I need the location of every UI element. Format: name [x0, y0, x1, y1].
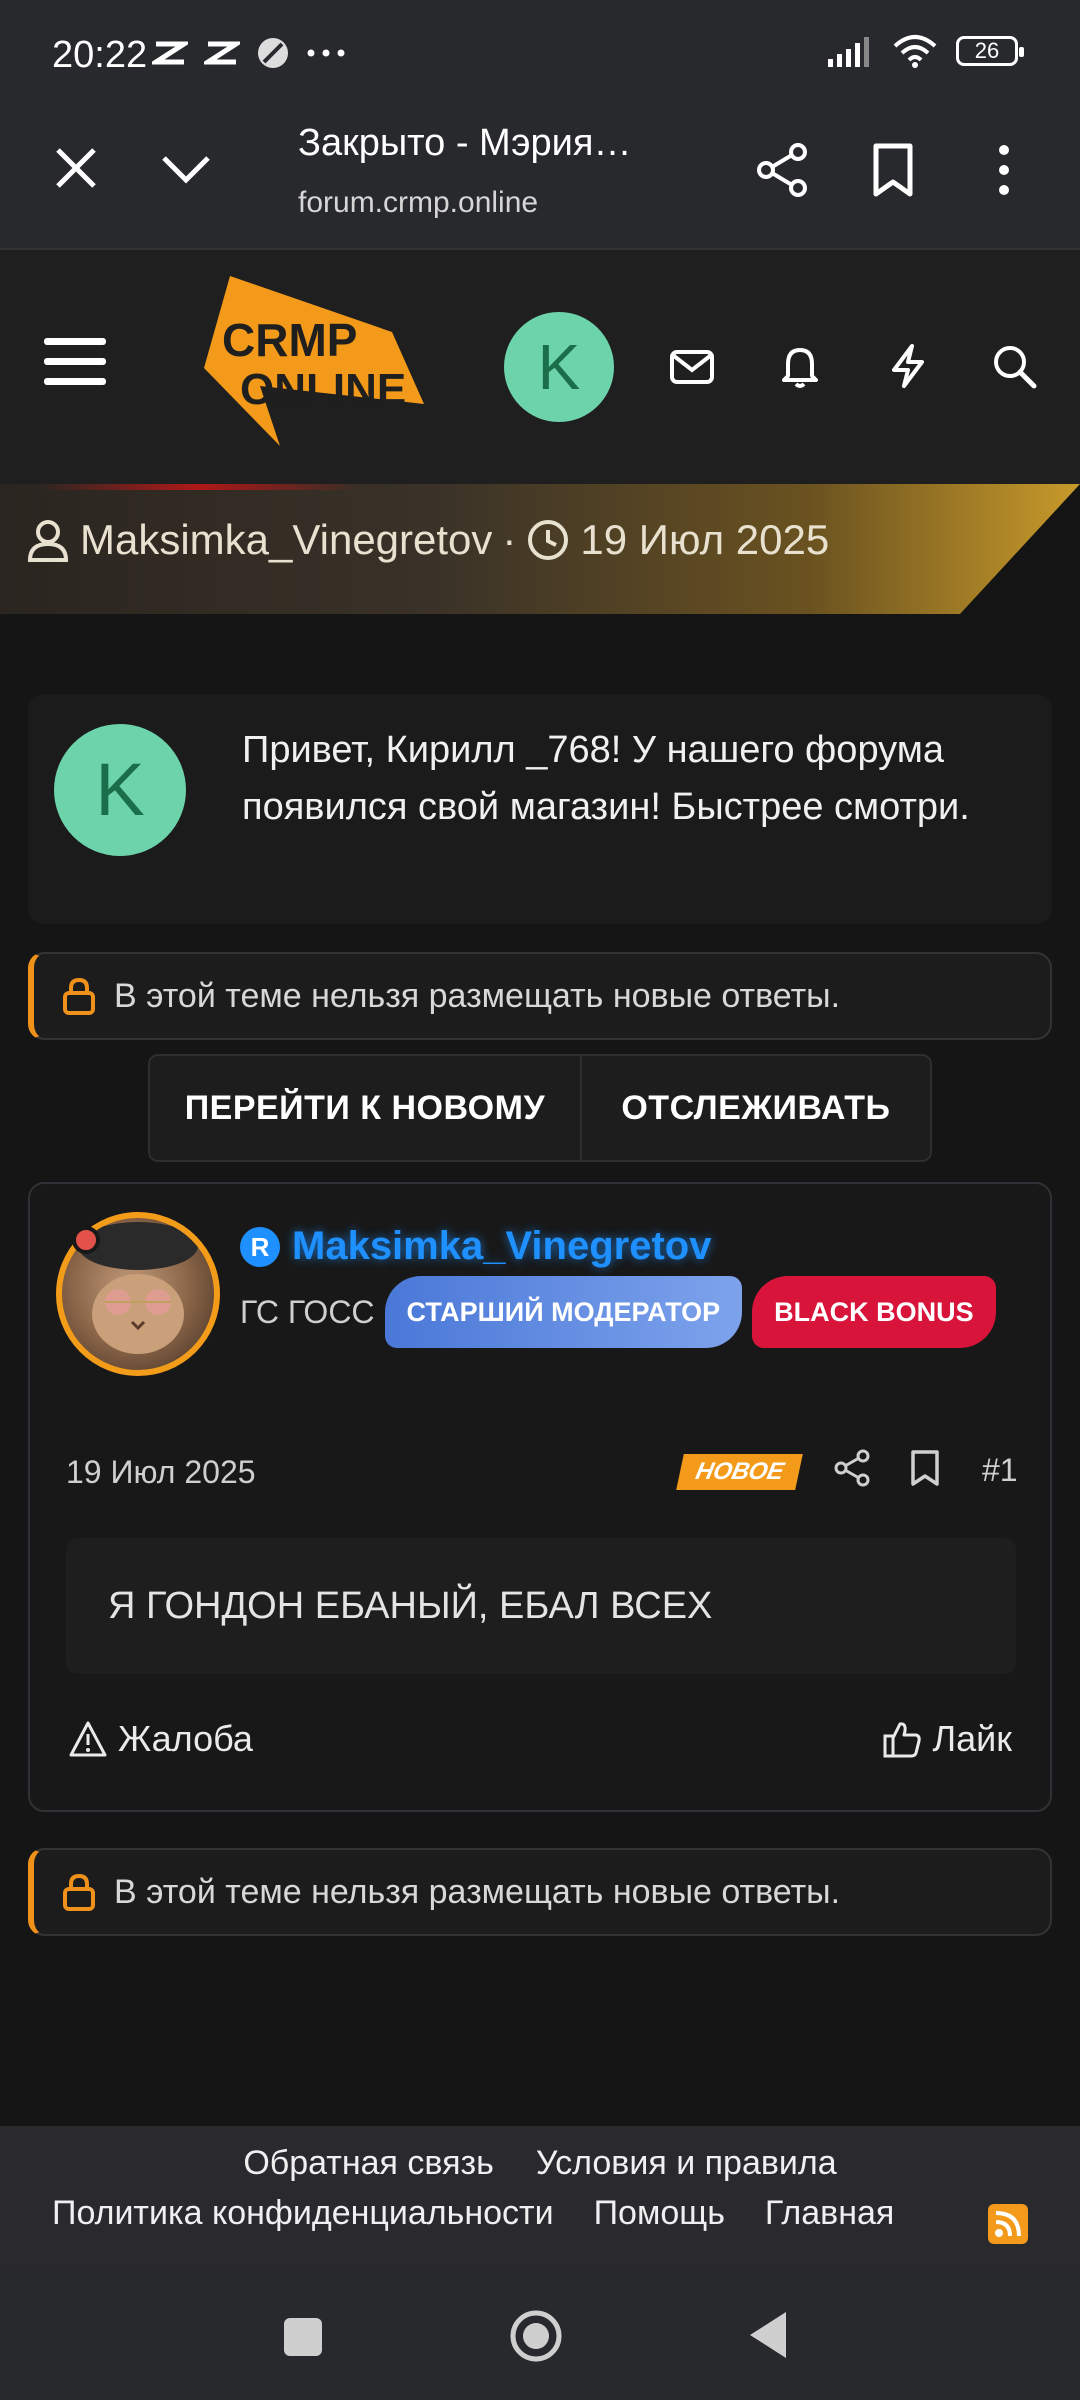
share-icon[interactable]: [832, 1448, 872, 1488]
post-body: Я ГОНДОН ЕБАНЫЙ, ЕБАЛ ВСЕХ: [66, 1538, 1016, 1674]
svg-text:CRMP: CRMP: [222, 314, 357, 366]
forum-header: CRMP ONLINE K: [0, 248, 1080, 484]
new-badge: НОВОЕ: [676, 1454, 804, 1490]
thread-meta: Maksimka_Vinegretov · 19 Июл 2025: [26, 516, 829, 564]
greeting-text[interactable]: Привет, Кирилл _768! У нашего форума поя…: [242, 722, 1022, 836]
browser-toolbar: Закрыто - Мэрия… forum.crmp.online: [0, 100, 1080, 248]
status-bar: 20:22 26: [0, 0, 1080, 100]
go-to-new-button[interactable]: ПЕРЕЙТИ К НОВОМУ: [150, 1056, 582, 1160]
more-dots-icon: [307, 49, 345, 57]
status-system-icons: 26: [826, 34, 1024, 68]
mail-icon[interactable]: [668, 342, 716, 390]
locked-notice: В этой теме нельзя размещать новые ответ…: [28, 952, 1052, 1040]
locked-notice: В этой теме нельзя размещать новые ответ…: [28, 1848, 1052, 1936]
report-button[interactable]: Жалоба: [68, 1718, 253, 1760]
clock-icon: [528, 520, 569, 560]
lock-icon: [63, 1873, 95, 1911]
thread-author[interactable]: Maksimka_Vinegretov: [80, 516, 492, 564]
footer-link-help[interactable]: Помощь: [594, 2194, 725, 2233]
menu-icon[interactable]: [44, 334, 106, 390]
footer-links-secondary: Политика конфиденциальности Помощь Главн…: [52, 2194, 894, 2233]
thread-actions: ПЕРЕЙТИ К НОВОМУ ОТСЛЕЖИВАТЬ: [148, 1054, 932, 1162]
status-notification-icons: [152, 36, 346, 70]
banner-accent: [40, 484, 360, 490]
like-label: Лайк: [932, 1718, 1012, 1759]
bookmark-icon[interactable]: [868, 140, 918, 200]
search-icon[interactable]: [990, 342, 1038, 390]
wifi-icon: [893, 35, 937, 68]
user-roles: ГС ГОСС СТАРШИЙ МОДЕРАТОР BLACK BONUS: [240, 1276, 996, 1348]
site-footer: Обратная связь Условия и правила Политик…: [0, 2126, 1080, 2270]
bookmark-icon[interactable]: [908, 1448, 942, 1488]
avatar: K: [54, 724, 186, 856]
signal-icon: [828, 37, 869, 67]
post-number[interactable]: #1: [982, 1452, 1018, 1489]
online-status-dot: [72, 1226, 100, 1254]
system-navigation-bar: [0, 2270, 1080, 2400]
footer-link-home[interactable]: Главная: [765, 2194, 894, 2233]
capcut-icon: [204, 41, 240, 65]
like-button[interactable]: Лайк: [882, 1718, 1012, 1760]
warning-icon: [69, 1721, 107, 1757]
user-icon: [27, 520, 69, 562]
post-card: R Maksimka_Vinegretov ГС ГОСС СТАРШИЙ МО…: [28, 1182, 1052, 1812]
banner-corner: [960, 484, 1080, 614]
senior-moderator-badge: СТАРШИЙ МОДЕРАТОР: [384, 1276, 743, 1348]
chevron-down-icon[interactable]: [158, 144, 214, 194]
back-icon[interactable]: [748, 2310, 788, 2360]
close-icon[interactable]: [48, 140, 104, 196]
post-author: R Maksimka_Vinegretov: [240, 1224, 711, 1269]
battery-icon: 26: [956, 36, 1024, 66]
share-icon[interactable]: [752, 140, 812, 200]
locked-notice-text: В этой теме нельзя размещать новые ответ…: [114, 976, 841, 1015]
svg-text:ONLINE: ONLINE: [240, 365, 406, 414]
recents-icon[interactable]: [284, 2318, 322, 2356]
rank-badge: R: [240, 1226, 280, 1267]
page-url[interactable]: forum.crmp.online: [298, 186, 538, 220]
thread-banner: Maksimka_Vinegretov · 19 Июл 2025: [0, 484, 1080, 614]
home-icon[interactable]: [508, 2308, 564, 2364]
more-vertical-icon[interactable]: [984, 140, 1024, 200]
footer-link-feedback[interactable]: Обратная связь: [243, 2144, 494, 2183]
meta-separator: ·: [502, 516, 517, 563]
footer-link-privacy[interactable]: Политика конфиденциальности: [52, 2194, 554, 2233]
report-label: Жалоба: [118, 1718, 253, 1759]
browser-app-icon: [258, 38, 288, 68]
locked-notice-text: В этой теме нельзя размещать новые ответ…: [114, 1872, 841, 1911]
lightning-icon[interactable]: [884, 342, 932, 390]
watch-button[interactable]: ОТСЛЕЖИВАТЬ: [582, 1056, 930, 1160]
thread-date[interactable]: 19 Июл 2025: [580, 516, 829, 564]
page-title[interactable]: Закрыто - Мэрия…: [298, 122, 631, 165]
post-username[interactable]: Maksimka_Vinegretov: [292, 1224, 711, 1269]
role-text: ГС ГОСС: [240, 1293, 375, 1330]
lock-icon: [63, 977, 95, 1015]
crmp-online-logo[interactable]: CRMP ONLINE: [200, 276, 424, 446]
capcut-icon: [152, 41, 188, 65]
post-date[interactable]: 19 Июл 2025: [66, 1454, 256, 1491]
bell-icon[interactable]: [776, 342, 824, 390]
black-bonus-badge: BLACK BONUS: [752, 1276, 996, 1348]
thumbs-up-icon: [883, 1722, 922, 1758]
greeting-notice[interactable]: K Привет, Кирилл _768! У нашего форума п…: [28, 694, 1052, 924]
rss-icon[interactable]: [988, 2204, 1028, 2244]
status-time: 20:22: [52, 34, 148, 76]
footer-link-terms[interactable]: Условия и правила: [536, 2144, 837, 2183]
user-avatar[interactable]: K: [504, 312, 614, 422]
footer-links-primary: Обратная связь Условия и правила: [0, 2144, 1080, 2183]
